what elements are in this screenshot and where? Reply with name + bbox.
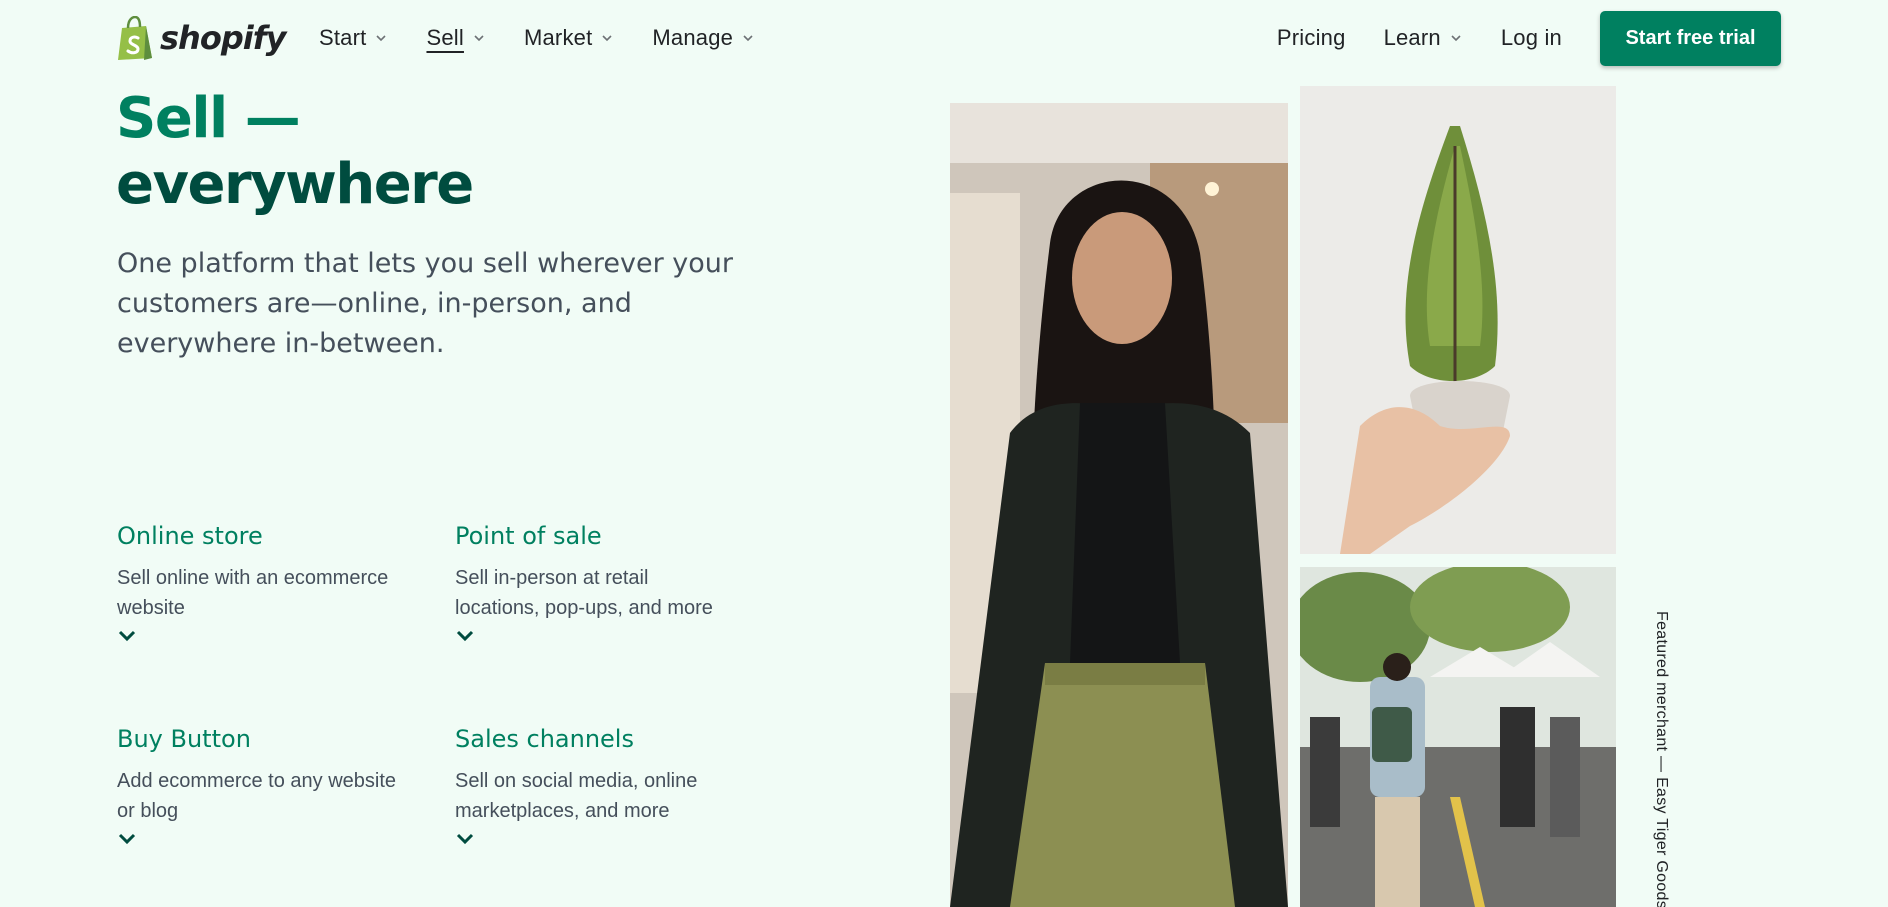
secondary-nav: Pricing Learn Log in Start free trial (1277, 10, 1781, 66)
start-free-trial-button[interactable]: Start free trial (1600, 10, 1781, 66)
shopify-logo[interactable]: shopify (116, 14, 286, 62)
feature-title[interactable]: Point of sale (455, 521, 755, 551)
nav-sell[interactable]: Sell (426, 25, 486, 51)
chevron-down-icon[interactable] (455, 629, 475, 643)
nav-login-label: Log in (1500, 25, 1562, 50)
feature-description: Add ecommerce to any website or blog (117, 770, 397, 822)
nav-manage[interactable]: Manage (652, 25, 755, 51)
potted-plant-image (1300, 86, 1616, 554)
chevron-down-icon[interactable] (455, 832, 475, 846)
nav-pricing[interactable]: Pricing (1277, 25, 1346, 51)
logo-wordmark: shopify (160, 19, 286, 57)
page-title-line2: everywhere (116, 152, 474, 217)
chevron-down-icon (743, 35, 753, 42)
chevron-down-icon (474, 35, 484, 42)
nav-market-label: Market (523, 25, 593, 50)
site-header: shopify Start Sell Market Manage Pricing… (0, 0, 1888, 76)
feature-sales-channels: Sales channels Sell on social media, onl… (455, 724, 755, 846)
feature-point-of-sale: Point of sale Sell in-person at retail l… (455, 521, 755, 643)
page-title: Sell — everywhere (116, 86, 474, 218)
nav-learn[interactable]: Learn (1384, 25, 1463, 51)
chevron-down-icon (376, 35, 387, 42)
primary-nav: Start Sell Market Manage (319, 20, 793, 56)
feature-title[interactable]: Online store (117, 521, 417, 551)
nav-start[interactable]: Start (319, 25, 388, 51)
feature-title[interactable]: Buy Button (117, 724, 417, 754)
nav-start-label: Start (319, 25, 367, 50)
feature-online-store: Online store Sell online with an ecommer… (117, 521, 417, 643)
chevron-down-icon[interactable] (117, 832, 137, 846)
feature-description: Sell online with an ecommerce website (117, 567, 389, 619)
feature-title[interactable]: Sales channels (455, 724, 755, 754)
feature-description: Sell on social media, online marketplace… (455, 770, 698, 822)
featured-merchant-caption: Featured merchant — Easy Tiger Goods (1653, 611, 1670, 907)
chevron-down-icon (602, 35, 612, 42)
chevron-down-icon (1451, 35, 1461, 42)
nav-pricing-label: Pricing (1276, 25, 1346, 50)
nav-login[interactable]: Log in (1501, 25, 1562, 51)
nav-manage-label: Manage (652, 25, 734, 50)
feature-buy-button: Buy Button Add ecommerce to any website … (117, 724, 417, 846)
shopping-bag-icon (118, 16, 152, 60)
nav-market[interactable]: Market (524, 25, 614, 51)
page-title-line1: Sell — (116, 86, 301, 151)
chevron-down-icon[interactable] (117, 629, 137, 643)
feature-description: Sell in-person at retail locations, pop-… (455, 567, 713, 619)
hero-subtitle: One platform that lets you sell wherever… (117, 248, 733, 359)
nav-sell-label: Sell (426, 25, 464, 50)
merchant-portrait-image (950, 103, 1288, 907)
nav-learn-label: Learn (1383, 25, 1441, 50)
street-market-image (1300, 567, 1616, 907)
